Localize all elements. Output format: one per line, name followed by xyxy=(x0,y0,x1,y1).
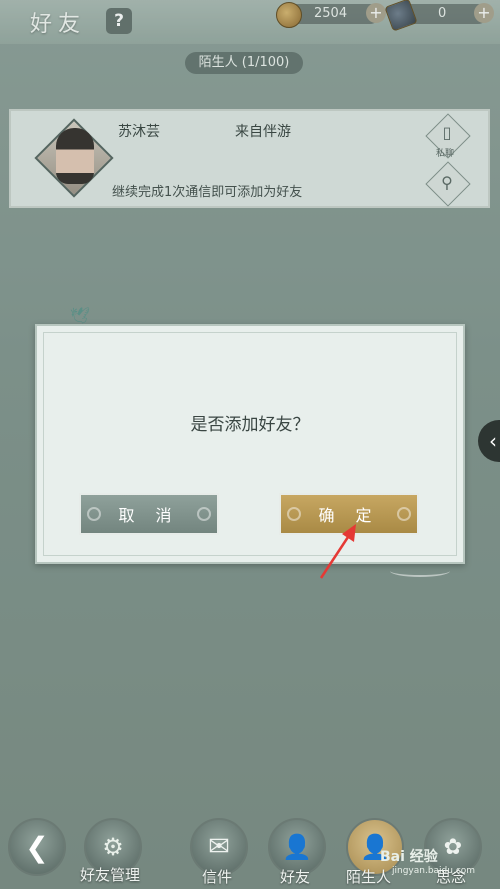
ornament-icon xyxy=(287,507,301,521)
friend-manage-label: 好友管理 xyxy=(80,866,141,884)
nav-strangers-label: 陌生人 xyxy=(346,868,392,886)
ornament-icon xyxy=(87,507,101,521)
annotation-arrow xyxy=(319,524,356,579)
nav-mail-label: 信件 xyxy=(202,868,233,886)
ornament-icon xyxy=(197,507,211,521)
ornament-icon xyxy=(397,507,411,521)
watermark-brand: Bai 经验 xyxy=(380,849,438,865)
cloud-decoration xyxy=(390,565,450,577)
cancel-button[interactable]: 取 消 xyxy=(79,493,219,535)
watermark-url: jingyan.baidu.com xyxy=(392,866,476,876)
dialog-question: 是否添加好友？ xyxy=(190,415,310,435)
back-arrow-icon: ❮ xyxy=(8,818,66,876)
back-button[interactable]: ❮ xyxy=(8,818,66,876)
nav-friends-label: 好友 xyxy=(280,868,311,886)
birds-decoration: 🕊 xyxy=(70,306,91,325)
cancel-label: 取 消 xyxy=(118,506,180,525)
